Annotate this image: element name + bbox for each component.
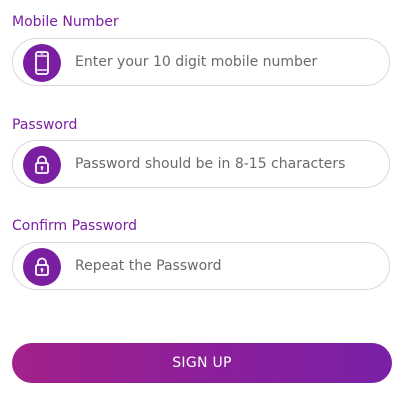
password-input[interactable]: [75, 141, 375, 187]
lock-icon: [23, 146, 61, 184]
sign-up-button[interactable]: SIGN UP: [12, 343, 392, 383]
mobile-number-label: Mobile Number: [12, 14, 119, 30]
lock-icon: [23, 248, 61, 286]
confirm-password-input[interactable]: [75, 243, 375, 289]
mobile-number-field[interactable]: [12, 38, 390, 86]
password-field[interactable]: [12, 140, 390, 188]
mobile-number-input[interactable]: [75, 39, 375, 85]
signup-form: Mobile Number Password Confirm Password: [0, 0, 416, 417]
password-label: Password: [12, 117, 78, 133]
confirm-password-label: Confirm Password: [12, 218, 138, 234]
confirm-password-field[interactable]: [12, 242, 390, 290]
mobile-phone-icon: [23, 44, 61, 82]
